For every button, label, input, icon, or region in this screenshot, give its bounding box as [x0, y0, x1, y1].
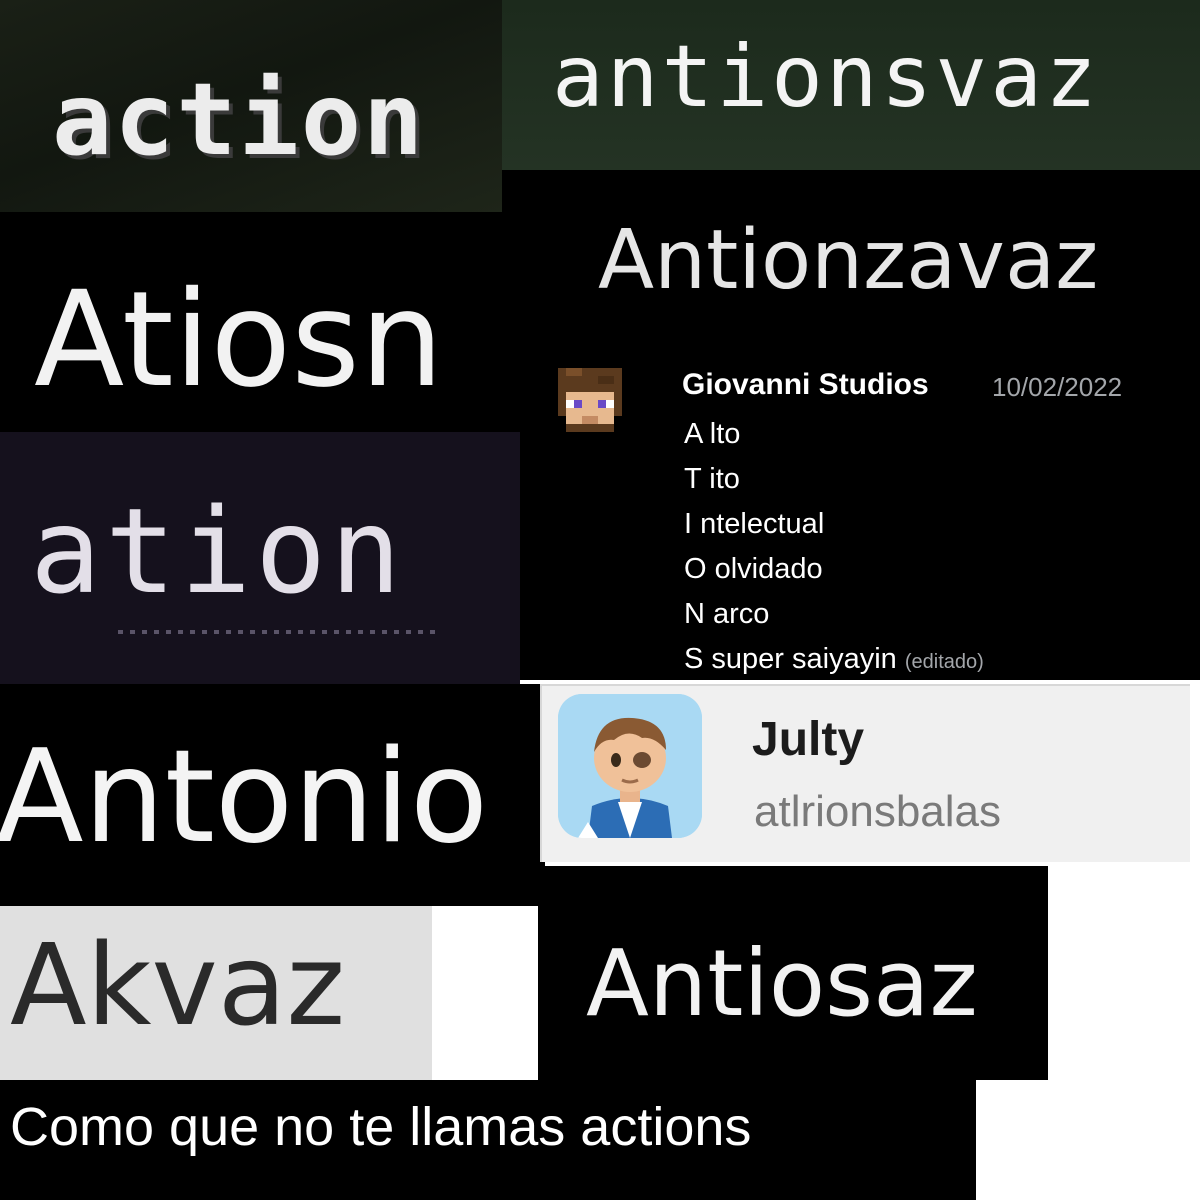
tile-ation-text: ation: [30, 482, 406, 620]
tile-antonio-text: Antonio: [0, 723, 489, 872]
pixel-skin-avatar-icon[interactable]: [558, 368, 622, 432]
message-line: A lto: [684, 418, 741, 450]
tile-antionsvaz: antionsvaz: [502, 0, 1200, 170]
message-line: S super saiyayin: [684, 643, 897, 675]
message-timestamp: 10/02/2022: [992, 372, 1123, 402]
profile-name[interactable]: Julty: [752, 716, 864, 764]
tile-akvaz-text: Akvaz: [10, 921, 346, 1051]
message-line: T ito: [684, 463, 740, 495]
discord-message: Giovanni Studios 10/02/2022 A lto T ito …: [518, 330, 1200, 680]
message-line: I ntelectual: [684, 508, 825, 540]
tile-action: action: [0, 0, 502, 212]
tile-antonio: Antonio: [0, 684, 545, 906]
tile-antiosaz-text: Antiosaz: [586, 930, 978, 1037]
tile-antionzavaz-text: Antionzavaz: [598, 213, 1099, 308]
cartoon-avatar-icon[interactable]: [558, 694, 702, 838]
tile-antiosaz: Antiosaz: [538, 866, 1048, 1080]
message-line: N arco: [684, 598, 770, 630]
caption-text: Como que no te llamas actions: [10, 1097, 752, 1157]
caption-bar: Como que no te llamas actions: [0, 1080, 976, 1200]
message-line: O olvidado: [684, 553, 823, 585]
tile-atiosn-text: Atiosn: [34, 263, 444, 417]
tile-atiosn: Atiosn: [0, 212, 520, 432]
tile-ation: ation: [0, 432, 520, 684]
dotted-divider: [118, 630, 438, 634]
tile-antionsvaz-text: antionsvaz: [552, 27, 1100, 127]
message-author[interactable]: Giovanni Studios: [682, 370, 929, 400]
edited-tag: (editado): [904, 651, 984, 673]
profile-handle: atlrionsbalas: [754, 787, 1002, 836]
tile-akvaz: Akvaz: [0, 906, 432, 1080]
avatar-pixel-art: [558, 368, 622, 432]
tile-antionzavaz: Antionzavaz: [502, 170, 1200, 330]
profile-card[interactable]: Julty atlrionsbalas: [540, 684, 1190, 862]
message-last-line: S super saiyayin (editado): [684, 645, 984, 674]
avatar-illustration: [558, 694, 702, 838]
tile-action-text: action: [52, 61, 426, 178]
